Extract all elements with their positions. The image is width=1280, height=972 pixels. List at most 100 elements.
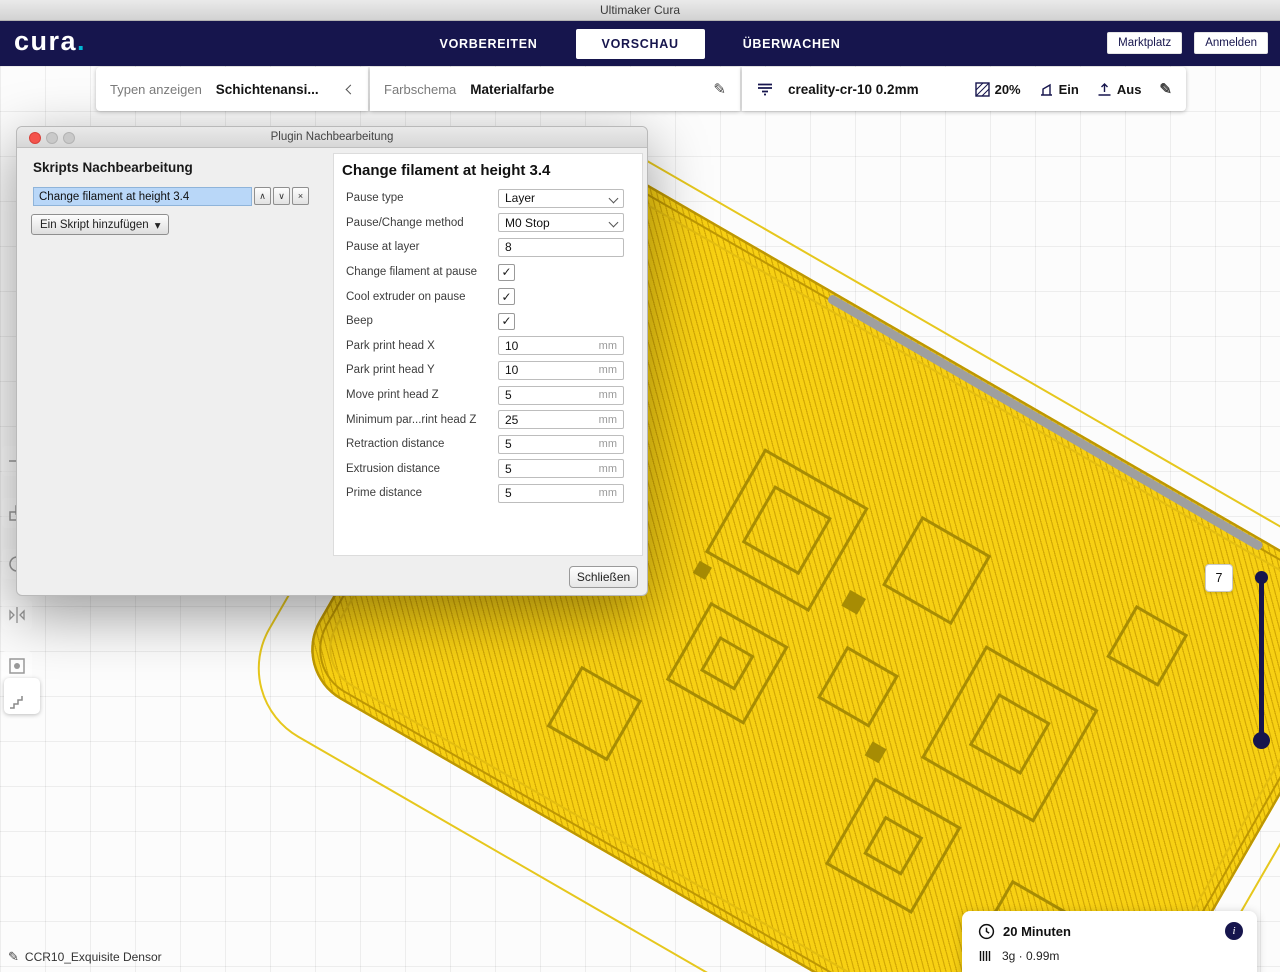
retraction-distance-input[interactable]: 5mm xyxy=(498,435,624,454)
field-label: Pause/Change method xyxy=(346,217,498,229)
signin-button[interactable]: Anmelden xyxy=(1194,32,1268,54)
layer-slider-top-handle[interactable] xyxy=(1255,571,1268,584)
caret-down-icon: ▾ xyxy=(155,218,161,232)
printer-profile-value[interactable]: creality-cr-10 0.2mm xyxy=(788,82,919,97)
change-filament-checkbox[interactable]: ✓ xyxy=(498,264,515,281)
dialog-close-button[interactable] xyxy=(29,132,41,144)
field-label: Retraction distance xyxy=(346,438,498,450)
field-label: Park print head Y xyxy=(346,364,498,376)
edit-print-settings-icon[interactable]: ✎ xyxy=(1159,80,1172,98)
support-value: Ein xyxy=(1059,82,1079,97)
park-print-head-y-input[interactable]: 10mm xyxy=(498,361,624,380)
chevron-down-icon xyxy=(609,193,619,203)
collapse-left-icon[interactable] xyxy=(346,84,356,94)
cool-extruder-checkbox[interactable]: ✓ xyxy=(498,288,515,305)
adhesion-value: Aus xyxy=(1117,82,1142,97)
color-scheme-card: Farbschema Materialfarbe ✎ xyxy=(370,67,740,111)
window-title: Ultimaker Cura xyxy=(600,3,680,17)
field-label: Beep xyxy=(346,315,498,327)
move-print-head-z-input[interactable]: 5mm xyxy=(498,386,624,405)
scripts-heading: Skripts Nachbearbeitung xyxy=(33,160,193,175)
per-model-settings-button[interactable] xyxy=(2,651,32,681)
beep-checkbox[interactable]: ✓ xyxy=(498,313,515,330)
minimum-park-print-head-z-input[interactable]: 25mm xyxy=(498,410,624,429)
selected-script-item[interactable]: Change filament at height 3.4 xyxy=(33,187,252,206)
layer-slider-track[interactable] xyxy=(1259,578,1264,741)
tab-ueberwachen[interactable]: ÜBERWACHEN xyxy=(731,29,853,59)
extension-button[interactable] xyxy=(4,678,40,714)
layer-slider-bottom-handle[interactable] xyxy=(1253,732,1270,749)
time-estimate: 20 Minuten xyxy=(1003,924,1071,939)
form-row: Move print head Z 5mm xyxy=(334,383,642,408)
current-layer-indicator[interactable]: 7 xyxy=(1205,564,1233,592)
field-label: Pause type xyxy=(346,192,498,204)
script-move-down-button[interactable]: ∨ xyxy=(273,187,290,205)
support-setting[interactable]: Ein xyxy=(1039,82,1079,97)
field-label: Park print head X xyxy=(346,340,498,352)
form-row: Prime distance 5mm xyxy=(334,481,642,506)
pause-type-select[interactable]: Layer xyxy=(498,189,624,208)
dialog-minimize-button[interactable] xyxy=(46,132,58,144)
dialog-body: Skripts Nachbearbeitung Change filament … xyxy=(17,148,647,595)
support-icon xyxy=(1039,82,1054,97)
view-type-value[interactable]: Schichtenansi... xyxy=(216,82,319,97)
check-icon: ✓ xyxy=(501,265,511,279)
add-script-button[interactable]: Ein Skript hinzufügen ▾ xyxy=(31,214,169,235)
tab-vorbereiten[interactable]: VORBEREITEN xyxy=(428,29,550,59)
time-estimate-row: 20 Minuten xyxy=(978,923,1071,940)
script-list-row: Change filament at height 3.4 ∧ ∨ × xyxy=(33,187,309,206)
tab-vorschau[interactable]: VORSCHAU xyxy=(576,29,705,59)
clock-icon xyxy=(978,923,995,940)
marketplace-button[interactable]: Marktplatz xyxy=(1107,32,1182,54)
print-job-panel: 20 Minuten i 3g · 0.99m Print with OctoP… xyxy=(962,911,1257,972)
dialog-zoom-button[interactable] xyxy=(63,132,75,144)
pause-at-layer-input[interactable]: 8 xyxy=(498,238,624,257)
check-icon: ✓ xyxy=(501,314,511,328)
field-label: Extrusion distance xyxy=(346,463,498,475)
mirror-tool-button[interactable] xyxy=(2,600,32,630)
info-icon[interactable]: i xyxy=(1225,922,1243,940)
macos-titlebar: Ultimaker Cura xyxy=(0,0,1280,21)
form-row: Change filament at pause ✓ xyxy=(334,260,642,285)
color-scheme-value[interactable]: Materialfarbe xyxy=(470,82,554,97)
printer-icon xyxy=(756,81,774,97)
form-row: Cool extruder on pause ✓ xyxy=(334,284,642,309)
form-row: Minimum par...rint head Z 25mm xyxy=(334,407,642,432)
app-header: cura. VORBEREITEN VORSCHAU ÜBERWACHEN Ma… xyxy=(0,21,1280,66)
per-model-settings-icon xyxy=(7,656,27,676)
extrusion-distance-input[interactable]: 5mm xyxy=(498,459,624,478)
close-dialog-button[interactable]: Schließen xyxy=(569,566,638,588)
park-print-head-x-input[interactable]: 10mm xyxy=(498,336,624,355)
field-label: Minimum par...rint head Z xyxy=(346,414,498,426)
script-remove-button[interactable]: × xyxy=(292,187,309,205)
infill-setting[interactable]: 20% xyxy=(975,82,1021,97)
adhesion-setting[interactable]: Aus xyxy=(1097,82,1142,97)
form-row: Park print head X 10mm xyxy=(334,334,642,359)
model-info: ✎ CCR10_Exquisite Densor 40.0 x 80.0 x 2… xyxy=(8,949,162,972)
adhesion-icon xyxy=(1097,82,1112,97)
script-settings-heading: Change filament at height 3.4 xyxy=(334,154,642,179)
pause-method-select[interactable]: M0 Stop xyxy=(498,213,624,232)
field-label: Pause at layer xyxy=(346,241,498,253)
field-label: Prime distance xyxy=(346,487,498,499)
chevron-down-icon xyxy=(609,218,619,228)
infill-value: 20% xyxy=(995,82,1021,97)
form-row: Retraction distance 5mm xyxy=(334,432,642,457)
color-scheme-label: Farbschema xyxy=(384,82,456,97)
dialog-title: Plugin Nachbearbeitung xyxy=(271,131,394,143)
post-processing-dialog: Plugin Nachbearbeitung Skripts Nachbearb… xyxy=(16,126,648,596)
script-move-up-button[interactable]: ∧ xyxy=(254,187,271,205)
view-type-card: Typen anzeigen Schichtenansi... xyxy=(96,67,368,111)
field-label: Move print head Z xyxy=(346,389,498,401)
check-icon: ✓ xyxy=(501,290,511,304)
dialog-titlebar[interactable]: Plugin Nachbearbeitung xyxy=(17,127,647,148)
material-estimate-row: 3g · 0.99m xyxy=(978,949,1059,963)
stairs-icon xyxy=(9,695,25,709)
field-label: Cool extruder on pause xyxy=(346,291,498,303)
rename-model-icon[interactable]: ✎ xyxy=(8,949,19,965)
prime-distance-input[interactable]: 5mm xyxy=(498,484,624,503)
script-settings-panel: Change filament at height 3.4 Pause type… xyxy=(333,153,643,556)
material-usage-icon xyxy=(978,949,994,963)
infill-icon xyxy=(975,82,990,97)
edit-icon[interactable]: ✎ xyxy=(713,80,726,98)
